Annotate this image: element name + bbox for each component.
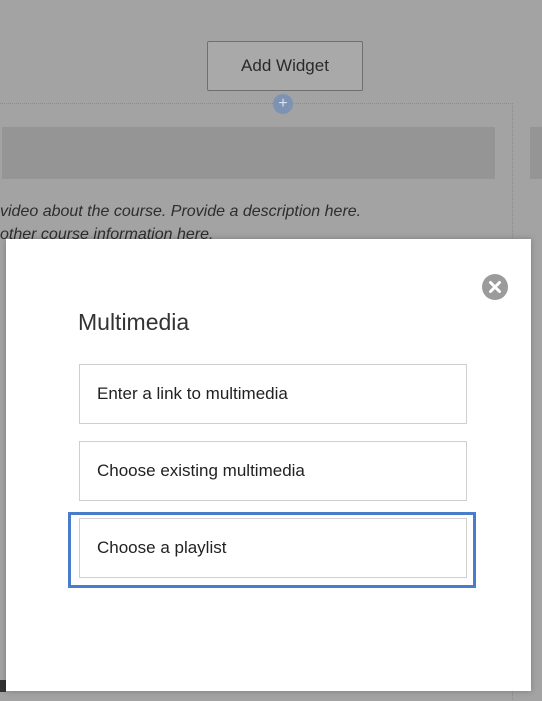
close-icon-glyph [489, 281, 501, 293]
add-plus-icon[interactable]: + [273, 94, 293, 114]
enter-link-button[interactable]: Enter a link to multimedia [79, 364, 467, 424]
add-widget-button[interactable]: Add Widget [207, 41, 363, 91]
choose-playlist-button[interactable]: Choose a playlist [79, 518, 467, 578]
course-description-line: video about the course. Provide a descri… [0, 203, 362, 220]
close-icon[interactable] [482, 274, 508, 300]
widget-header-bar [2, 127, 495, 179]
choose-existing-button[interactable]: Choose existing multimedia [79, 441, 467, 501]
dialog-title: Multimedia [78, 309, 190, 335]
multimedia-dialog: Multimedia Enter a link to multimedia Ch… [6, 239, 531, 691]
side-widget-header-bar [530, 127, 542, 179]
page: Add Widget + video about the course. Pro… [0, 0, 542, 701]
